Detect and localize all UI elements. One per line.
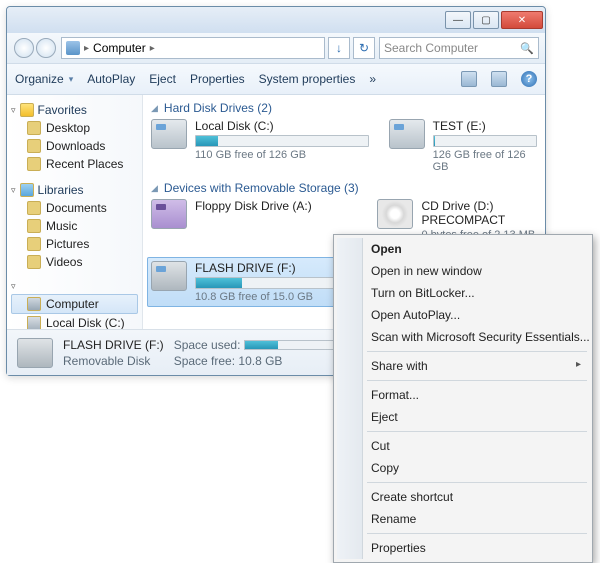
sidebar-item-desktop[interactable]: Desktop bbox=[11, 119, 138, 137]
hdd-icon bbox=[389, 119, 425, 149]
nav-back-forward[interactable] bbox=[13, 36, 57, 60]
sidebar-item-recent[interactable]: Recent Places bbox=[11, 155, 138, 173]
ctx-cut[interactable]: Cut bbox=[337, 435, 589, 457]
ctx-open-autoplay[interactable]: Open AutoPlay... bbox=[337, 304, 589, 326]
sidebar-libraries-label: Libraries bbox=[38, 183, 84, 197]
drive-name: CD Drive (D:) PRECOMPACT bbox=[421, 199, 537, 227]
breadcrumb-chevron[interactable]: ▸ bbox=[84, 43, 89, 54]
ctx-format[interactable]: Format... bbox=[337, 384, 589, 406]
command-bar: Organize AutoPlay Eject Properties Syste… bbox=[7, 63, 545, 95]
refresh-button[interactable]: ↻ bbox=[353, 37, 375, 59]
flash-drive-icon bbox=[17, 338, 53, 368]
drive-meta: 110 GB free of 126 GB bbox=[195, 149, 369, 161]
folder-icon bbox=[27, 237, 41, 251]
system-properties-button[interactable]: System properties bbox=[259, 72, 356, 86]
ctx-separator bbox=[367, 533, 587, 534]
group-removable-header[interactable]: Devices with Removable Storage (3) bbox=[151, 181, 537, 195]
breadcrumb-root[interactable]: Computer bbox=[93, 41, 146, 55]
ctx-copy[interactable]: Copy bbox=[337, 457, 589, 479]
status-free-label: Space free: bbox=[174, 354, 235, 368]
floppy-icon bbox=[151, 199, 187, 229]
computer-icon bbox=[66, 41, 80, 55]
capacity-bar bbox=[195, 135, 369, 147]
preview-pane-button[interactable] bbox=[491, 71, 507, 87]
star-icon bbox=[20, 103, 34, 117]
sidebar-computer-header[interactable] bbox=[11, 281, 138, 292]
back-button[interactable] bbox=[14, 38, 34, 58]
nav-bar: ▸ Computer ▸ ↓ ↻ Search Computer 🔍 bbox=[7, 33, 545, 63]
drive-floppy-a[interactable]: Floppy Disk Drive (A:) bbox=[151, 199, 357, 253]
ctx-separator bbox=[367, 380, 587, 381]
eject-button[interactable]: Eject bbox=[149, 72, 176, 86]
organize-button[interactable]: Organize bbox=[15, 72, 73, 86]
computer-icon bbox=[27, 297, 41, 311]
ctx-properties[interactable]: Properties bbox=[337, 537, 589, 559]
cd-icon bbox=[377, 199, 413, 229]
ctx-scan[interactable]: Scan with Microsoft Security Essentials.… bbox=[337, 326, 589, 348]
sidebar-item-videos[interactable]: Videos bbox=[11, 253, 138, 271]
search-placeholder: Search Computer bbox=[384, 41, 516, 55]
folder-icon bbox=[27, 121, 41, 135]
drive-name: Floppy Disk Drive (A:) bbox=[195, 199, 357, 213]
ctx-separator bbox=[367, 431, 587, 432]
properties-button[interactable]: Properties bbox=[190, 72, 245, 86]
more-button[interactable]: » bbox=[369, 72, 376, 86]
group-hdd-header[interactable]: Hard Disk Drives (2) bbox=[151, 101, 537, 115]
sidebar-libraries-header[interactable]: Libraries bbox=[11, 183, 138, 197]
ctx-bitlocker[interactable]: Turn on BitLocker... bbox=[337, 282, 589, 304]
ctx-separator bbox=[367, 351, 587, 352]
ctx-rename[interactable]: Rename bbox=[337, 508, 589, 530]
status-used-label: Space used: bbox=[174, 338, 241, 352]
minimize-button[interactable]: — bbox=[445, 11, 471, 29]
sidebar-item-local-disk[interactable]: Local Disk (C:) bbox=[11, 314, 138, 329]
search-input[interactable]: Search Computer 🔍 bbox=[379, 37, 539, 59]
ctx-separator bbox=[367, 482, 587, 483]
drive-meta: 126 GB free of 126 GB bbox=[433, 149, 537, 173]
search-icon: 🔍 bbox=[520, 42, 534, 55]
nav-tree[interactable]: Favorites Desktop Downloads Recent Place… bbox=[7, 95, 143, 329]
view-button[interactable] bbox=[461, 71, 477, 87]
ctx-open-new-window[interactable]: Open in new window bbox=[337, 260, 589, 282]
status-title: FLASH DRIVE (F:) bbox=[63, 338, 164, 352]
flash-drive-icon bbox=[151, 261, 187, 291]
sidebar-favorites-header[interactable]: Favorites bbox=[11, 103, 138, 117]
capacity-bar bbox=[433, 135, 537, 147]
folder-icon bbox=[27, 219, 41, 233]
close-button[interactable]: ✕ bbox=[501, 11, 543, 29]
ctx-create-shortcut[interactable]: Create shortcut bbox=[337, 486, 589, 508]
sidebar-item-downloads[interactable]: Downloads bbox=[11, 137, 138, 155]
drive-local-c[interactable]: Local Disk (C:) 110 GB free of 126 GB bbox=[151, 119, 369, 173]
sidebar-item-pictures[interactable]: Pictures bbox=[11, 235, 138, 253]
folder-icon bbox=[27, 139, 41, 153]
address-bar[interactable]: ▸ Computer ▸ bbox=[61, 37, 325, 59]
status-free-value: 10.8 GB bbox=[238, 354, 282, 368]
drive-test-e[interactable]: TEST (E:) 126 GB free of 126 GB bbox=[389, 119, 537, 173]
sidebar-item-computer[interactable]: Computer bbox=[11, 294, 138, 314]
ctx-open[interactable]: Open bbox=[337, 238, 589, 260]
status-subtitle: Removable Disk bbox=[63, 354, 164, 368]
go-button[interactable]: ↓ bbox=[328, 37, 350, 59]
disk-icon bbox=[27, 316, 41, 329]
folder-icon bbox=[27, 201, 41, 215]
ctx-share-with[interactable]: Share with bbox=[337, 355, 589, 377]
sidebar-favorites-label: Favorites bbox=[38, 103, 87, 117]
folder-icon bbox=[27, 255, 41, 269]
context-menu: Open Open in new window Turn on BitLocke… bbox=[333, 234, 593, 563]
forward-button[interactable] bbox=[36, 38, 56, 58]
drive-name: Local Disk (C:) bbox=[195, 119, 369, 133]
help-button[interactable]: ? bbox=[521, 71, 537, 87]
breadcrumb-chevron[interactable]: ▸ bbox=[150, 43, 155, 54]
maximize-button[interactable]: ▢ bbox=[473, 11, 499, 29]
autoplay-button[interactable]: AutoPlay bbox=[87, 72, 135, 86]
sidebar-item-music[interactable]: Music bbox=[11, 217, 138, 235]
titlebar[interactable]: — ▢ ✕ bbox=[7, 7, 545, 33]
hdd-icon bbox=[151, 119, 187, 149]
folder-icon bbox=[27, 157, 41, 171]
libraries-icon bbox=[20, 183, 34, 197]
ctx-eject[interactable]: Eject bbox=[337, 406, 589, 428]
sidebar-item-documents[interactable]: Documents bbox=[11, 199, 138, 217]
drive-name: TEST (E:) bbox=[433, 119, 537, 133]
